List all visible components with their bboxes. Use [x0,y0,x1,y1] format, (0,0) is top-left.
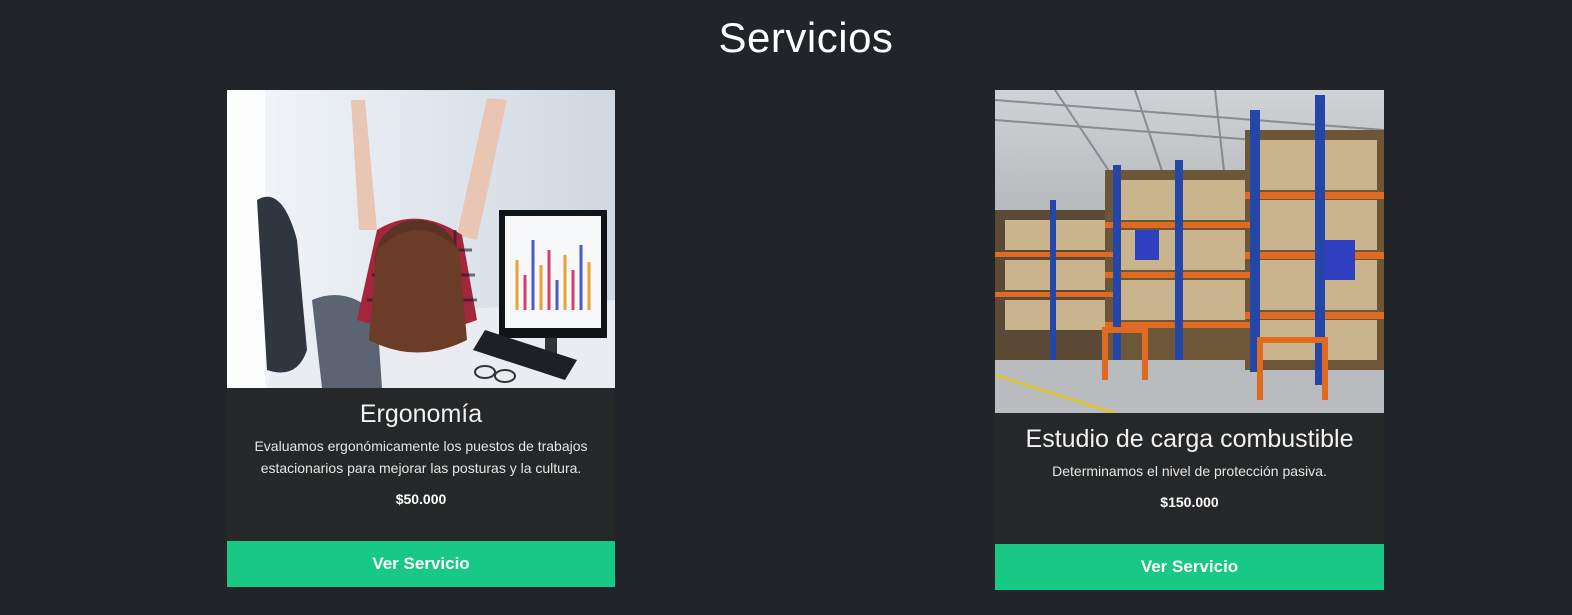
service-description: Evaluamos ergonómicamente los puestos de… [254,438,588,476]
service-price: $150.000 [1160,494,1219,510]
ver-servicio-button-ergonomia[interactable]: Ver Servicio [227,541,615,587]
service-card-ergonomia: Ergonomía Evaluamos ergonómicamente los … [227,90,615,587]
ver-servicio-button-carga-combustible[interactable]: Ver Servicio [995,544,1384,590]
service-title: Estudio de carga combustible [1025,425,1354,453]
page-title: Servicios [718,14,894,61]
service-title: Ergonomía [359,400,483,428]
service-card-carga-combustible: Estudio de carga combustible Determinamo… [995,90,1384,590]
service-description: Determinamos el nivel de protección pasi… [1052,463,1327,479]
service-price: $50.000 [395,491,447,507]
service-image-warehouse [995,90,1384,413]
service-image-office-worker [227,90,615,388]
